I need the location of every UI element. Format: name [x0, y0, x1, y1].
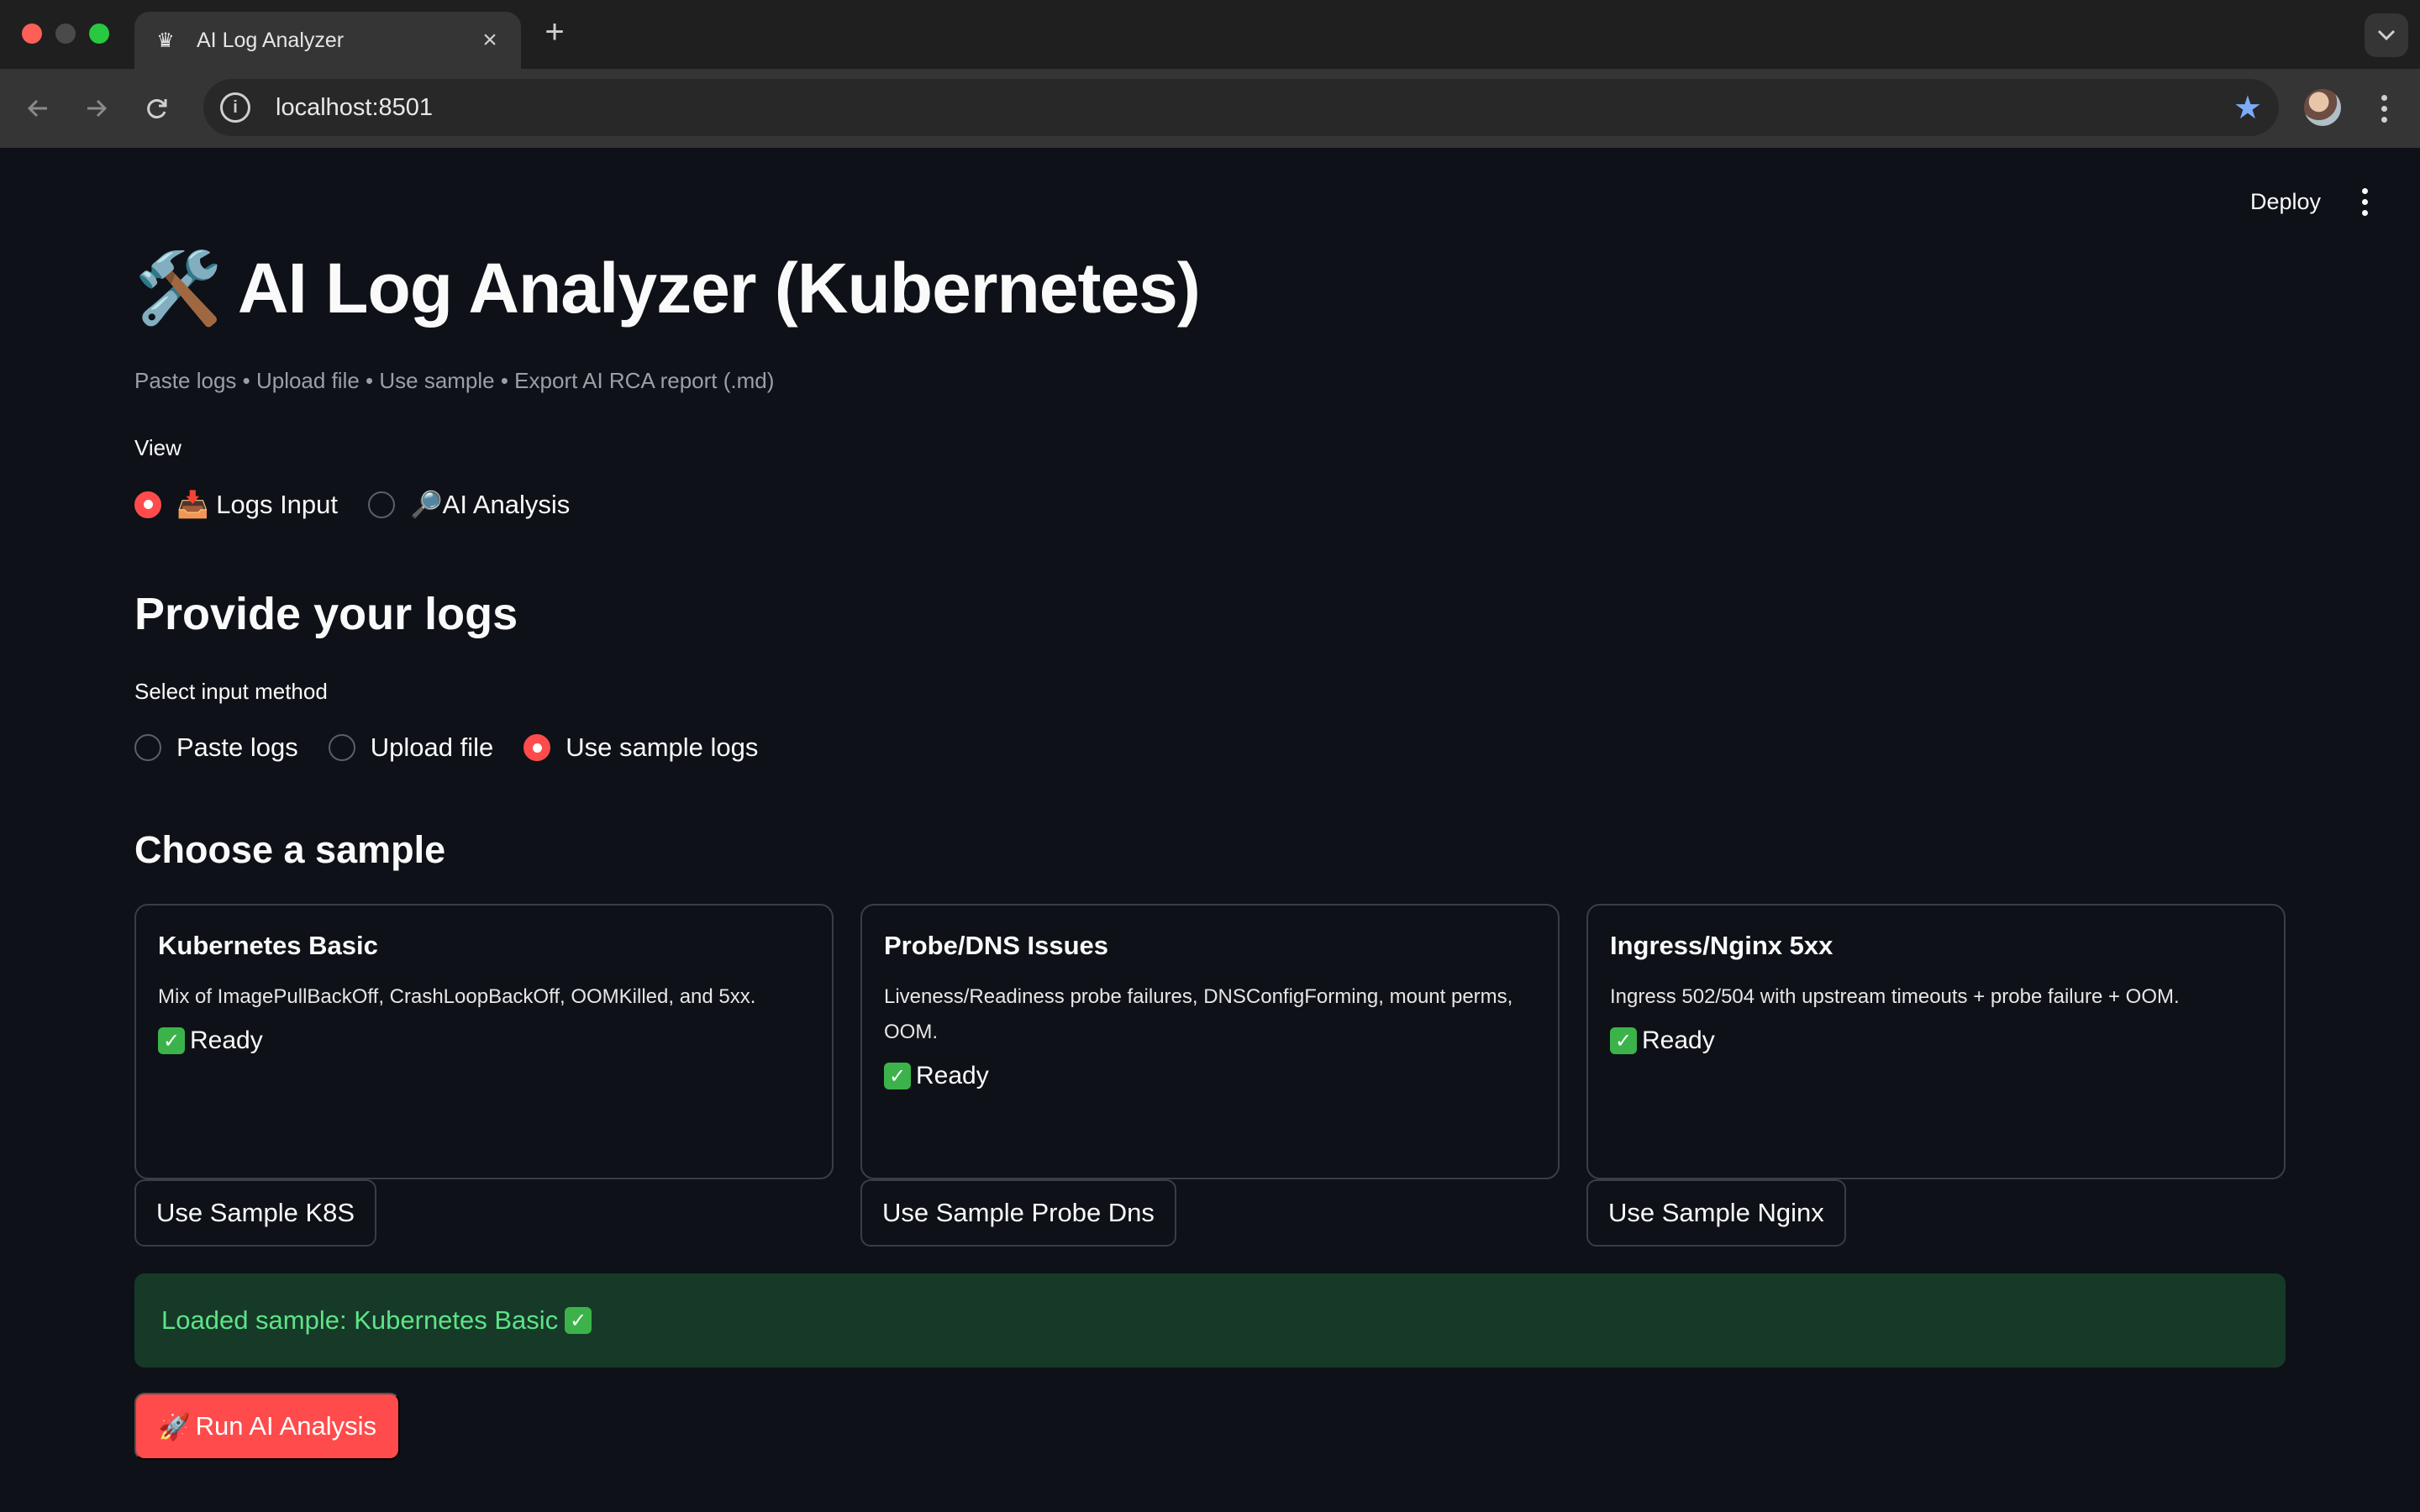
tab-title: AI Log Analyzer — [197, 28, 345, 52]
input-option-upload-file[interactable]: Upload file — [328, 732, 494, 763]
run-button-label: Run AI Analysis — [195, 1411, 377, 1441]
app-body: Deploy 🛠️ AI Log Analyzer (Kubernetes) P… — [0, 148, 2420, 1512]
magnifier-icon: 🔎 — [410, 490, 443, 519]
forward-button[interactable] — [77, 89, 116, 128]
close-window-button[interactable] — [22, 24, 42, 44]
view-label: View — [134, 435, 182, 460]
page-title-text: AI Log Analyzer (Kubernetes) — [237, 249, 1201, 328]
sample-card-description: Liveness/Readiness probe failures, DNSCo… — [884, 985, 1513, 1043]
radio-unselected-icon[interactable] — [368, 491, 396, 518]
sample-card-description: Ingress 502/504 with upstream timeouts +… — [1610, 985, 2180, 1008]
input-option-label: Use sample logs — [566, 732, 759, 762]
radio-unselected-icon[interactable] — [134, 734, 161, 761]
arrow-left-icon — [27, 99, 47, 118]
sample-card-nginx: Ingress/Nginx 5xx Ingress 502/504 with u… — [1586, 904, 2286, 1179]
view-option-label: Logs Input — [216, 490, 339, 519]
status-text: Ready — [190, 1026, 263, 1054]
view-option-logs-input[interactable]: 📥 Logs Input — [134, 489, 338, 520]
inbox-tray-icon: 📥 — [176, 490, 209, 519]
input-method-radio-group: Paste logs Upload file Use sample logs — [134, 732, 758, 763]
chevron-down-icon — [2377, 29, 2396, 41]
browser-tab[interactable]: ♛ AI Log Analyzer × — [134, 12, 521, 69]
sample-card-title: Probe/DNS Issues — [884, 931, 1109, 960]
sample-card-probe-dns: Probe/DNS Issues Liveness/Readiness prob… — [860, 904, 1560, 1179]
use-sample-probe-dns-button[interactable]: Use Sample Probe Dns — [860, 1179, 1176, 1247]
browser-menu-icon[interactable] — [2371, 87, 2396, 129]
sample-card-status: ✓ Ready — [158, 1026, 810, 1055]
profile-avatar[interactable] — [2304, 89, 2341, 126]
check-mark-icon: ✓ — [158, 1027, 185, 1054]
alert-text: Loaded sample: Kubernetes Basic — [161, 1305, 559, 1335]
check-mark-icon: ✓ — [1610, 1027, 1637, 1054]
tab-close-icon[interactable]: × — [477, 26, 502, 55]
radio-selected-icon[interactable] — [523, 734, 551, 761]
browser-toolbar: i localhost:8501 ★ — [0, 69, 2420, 148]
status-text: Ready — [1642, 1026, 1715, 1054]
page-title: 🛠️ AI Log Analyzer (Kubernetes) — [134, 247, 1201, 330]
reload-icon — [147, 99, 167, 118]
address-bar[interactable]: i localhost:8501 ★ — [203, 79, 2279, 136]
new-tab-button[interactable]: + — [538, 13, 571, 51]
maximize-window-button[interactable] — [89, 24, 109, 44]
sample-card-status: ✓ Ready — [1610, 1026, 2262, 1055]
bookmark-star-icon[interactable]: ★ — [2233, 89, 2262, 127]
choose-sample-heading: Choose a sample — [134, 828, 446, 871]
sample-card-title: Kubernetes Basic — [158, 931, 378, 960]
tab-search-button[interactable] — [2365, 13, 2408, 57]
url-text[interactable]: localhost:8501 — [276, 94, 2233, 122]
check-mark-icon: ✓ — [565, 1307, 592, 1334]
deploy-button[interactable]: Deploy — [2235, 178, 2336, 225]
reload-button[interactable] — [138, 89, 176, 128]
check-mark-icon: ✓ — [884, 1063, 911, 1089]
view-option-label: AI Analysis — [442, 490, 571, 519]
input-option-paste-logs[interactable]: Paste logs — [134, 732, 298, 763]
status-text: Ready — [916, 1062, 989, 1089]
arrow-right-icon — [87, 99, 108, 118]
view-option-ai-analysis[interactable]: 🔎AI Analysis — [368, 489, 570, 520]
rocket-icon: 🚀 — [158, 1411, 191, 1441]
use-sample-nginx-button[interactable]: Use Sample Nginx — [1586, 1179, 1846, 1247]
sample-card-title: Ingress/Nginx 5xx — [1610, 931, 1833, 960]
sample-card-description: Mix of ImagePullBackOff, CrashLoopBackOf… — [158, 985, 756, 1008]
input-option-label: Upload file — [370, 732, 494, 762]
site-info-icon[interactable]: i — [220, 92, 250, 123]
tools-icon: 🛠️ — [134, 249, 223, 328]
use-sample-k8s-button[interactable]: Use Sample K8S — [134, 1179, 377, 1247]
provide-logs-heading: Provide your logs — [134, 589, 518, 639]
run-ai-analysis-button[interactable]: 🚀 Run AI Analysis — [134, 1393, 401, 1460]
radio-selected-icon[interactable] — [134, 491, 161, 518]
app-menu-icon[interactable] — [2353, 183, 2376, 220]
sample-card-status: ✓ Ready — [884, 1062, 1536, 1090]
page-subtitle: Paste logs • Upload file • Use sample • … — [134, 368, 775, 393]
radio-unselected-icon[interactable] — [328, 734, 355, 761]
input-option-use-sample-logs[interactable]: Use sample logs — [523, 732, 758, 763]
back-button[interactable] — [18, 89, 57, 128]
view-radio-group: 📥 Logs Input 🔎AI Analysis — [134, 489, 570, 520]
minimize-window-button[interactable] — [55, 24, 76, 44]
sample-cards: Kubernetes Basic Mix of ImagePullBackOff… — [134, 904, 2286, 1179]
input-option-label: Paste logs — [176, 732, 298, 762]
streamlit-favicon-icon: ♛ — [156, 29, 175, 52]
browser-tab-bar: ♛ AI Log Analyzer × + — [0, 0, 2420, 69]
success-alert: Loaded sample: Kubernetes Basic ✓ — [134, 1273, 2286, 1368]
input-method-label: Select input method — [134, 679, 328, 704]
sample-card-k8s: Kubernetes Basic Mix of ImagePullBackOff… — [134, 904, 834, 1179]
